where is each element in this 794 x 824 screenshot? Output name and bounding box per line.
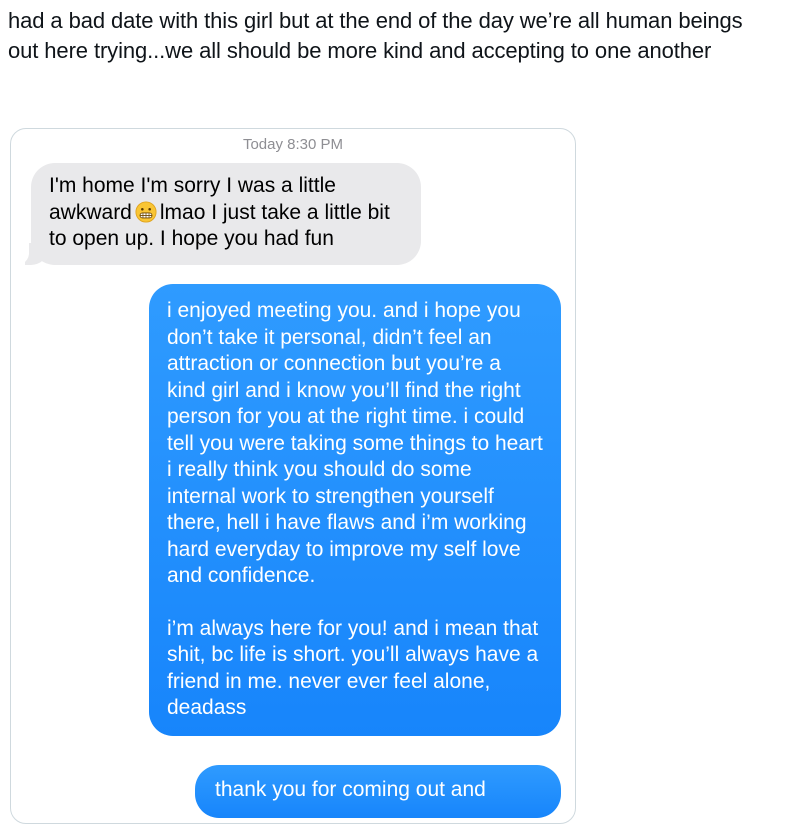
received-message-bubble: I'm home I'm sorry I was a little awkwar… — [15, 163, 421, 265]
sent-message-bubble-partial: thank you for coming out and — [195, 765, 561, 818]
tweet-text: had a bad date with this girl but at the… — [8, 8, 743, 63]
message-timestamp: Today 8:30 PM — [242, 136, 344, 153]
screenshot-image[interactable]: Today 8:30 PM I'm home I'm sorry I was a… — [10, 128, 576, 824]
sent-message-paragraph: i enjoyed meeting you. and i hope you do… — [167, 299, 543, 587]
sent-message-paragraph: i’m always here for you! and i mean that… — [167, 616, 539, 720]
sent-message-text: thank you for coming out and — [215, 778, 486, 801]
sent-message-bubble: i enjoyed meeting you. and i hope you do… — [149, 284, 561, 736]
grimacing-face-icon — [135, 200, 157, 223]
